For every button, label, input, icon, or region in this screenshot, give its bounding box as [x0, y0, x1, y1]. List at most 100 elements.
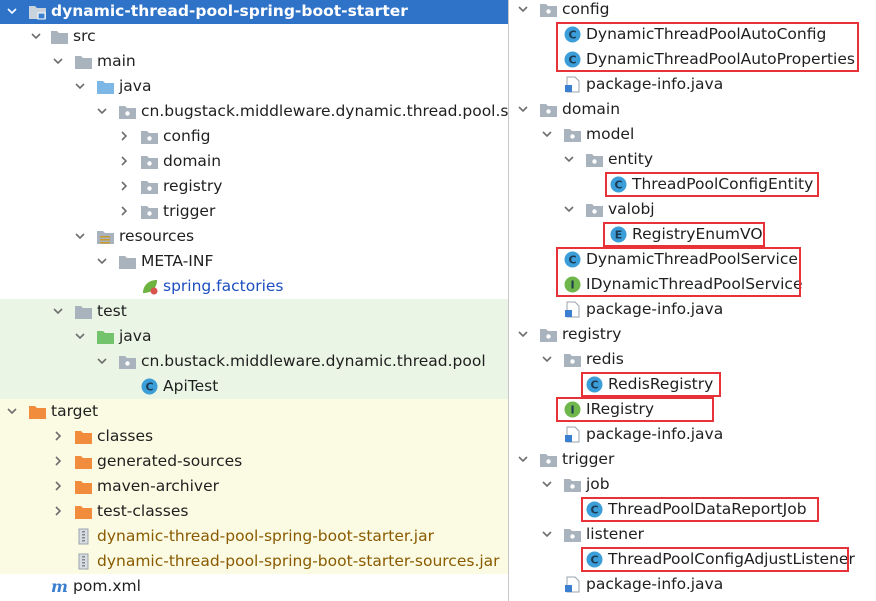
target-folder-icon — [75, 506, 92, 519]
tree-node-resources[interactable]: resources — [0, 224, 508, 249]
chevron-down-icon[interactable] — [517, 453, 529, 465]
package-icon — [586, 204, 603, 217]
highlight-box — [581, 497, 819, 522]
tree-node-label: listener — [586, 525, 645, 543]
chevron-right-icon[interactable] — [52, 455, 64, 467]
tree-node-config[interactable]: config — [0, 124, 508, 149]
tree-node-label: resources — [119, 227, 195, 245]
tree-node-domain[interactable]: domain — [509, 97, 876, 122]
tree-node-redis[interactable]: redis — [509, 347, 876, 372]
highlight-box — [581, 372, 721, 397]
folder-icon — [51, 31, 68, 44]
chevron-right-icon[interactable] — [52, 505, 64, 517]
chevron-down-icon[interactable] — [74, 80, 86, 92]
folder-icon — [119, 256, 136, 269]
tree-node-label: redis — [586, 350, 624, 368]
tree-node-label: META-INF — [141, 252, 214, 270]
chevron-down-icon[interactable] — [541, 528, 553, 540]
package-icon — [119, 356, 136, 369]
test-folder-icon — [97, 331, 114, 344]
tree-node-registry[interactable]: registry — [0, 174, 508, 199]
tree-node-main[interactable]: main — [0, 49, 508, 74]
tree-node-valobj[interactable]: valobj — [509, 197, 876, 222]
maven-icon: m — [51, 577, 68, 596]
tree-node-job[interactable]: job — [509, 472, 876, 497]
tree-node-pom-xml[interactable]: m pom.xml — [0, 574, 508, 599]
tree-node-package-info-java[interactable]: package-info.java — [509, 72, 876, 97]
tree-node-config[interactable]: config — [509, 0, 876, 22]
tree-node-label: dynamic-thread-pool-spring-boot-starter — [51, 2, 408, 20]
tree-node-label: java — [119, 77, 152, 95]
chevron-down-icon[interactable] — [52, 305, 64, 317]
tree-node-label: config — [163, 127, 211, 145]
chevron-down-icon[interactable] — [6, 405, 18, 417]
chevron-down-icon[interactable] — [517, 3, 529, 15]
chevron-down-icon[interactable] — [96, 105, 108, 117]
chevron-down-icon[interactable] — [52, 55, 64, 67]
tree-node-spring-factories[interactable]: spring.factories — [0, 274, 508, 299]
chevron-down-icon[interactable] — [517, 328, 529, 340]
chevron-right-icon[interactable] — [52, 430, 64, 442]
tree-node-label: job — [586, 475, 610, 493]
tree-node-dynamic-thread-pool-spring-boot-starter-jar[interactable]: dynamic-thread-pool-spring-boot-starter.… — [0, 524, 508, 549]
tree-node-package-info-java[interactable]: package-info.java — [509, 297, 876, 322]
folder-icon — [75, 306, 92, 319]
tree-node-label: package-info.java — [586, 75, 724, 93]
tree-node-src[interactable]: src — [0, 24, 508, 49]
tree-node-trigger[interactable]: trigger — [509, 447, 876, 472]
chevron-down-icon[interactable] — [74, 330, 86, 342]
chevron-down-icon[interactable] — [563, 153, 575, 165]
chevron-down-icon[interactable] — [541, 478, 553, 490]
tree-node-cn-bugstack-middleware-dynamic-thread-pool-sdk[interactable]: cn.bugstack.middleware.dynamic.thread.po… — [0, 99, 508, 124]
tree-node-test-classes[interactable]: test-classes — [0, 499, 508, 524]
tree-node-package-info-java[interactable]: package-info.java — [509, 572, 876, 597]
tree-node-label: generated-sources — [97, 452, 243, 470]
target-folder-icon — [29, 406, 46, 419]
tree-node-package-info-java[interactable]: package-info.java — [509, 422, 876, 447]
highlight-box — [581, 547, 849, 572]
tree-node-meta-inf[interactable]: META-INF — [0, 249, 508, 274]
package-icon — [540, 104, 557, 117]
tree-node-label: cn.bustack.middleware.dynamic.thread.poo… — [141, 352, 486, 370]
chevron-down-icon[interactable] — [517, 103, 529, 115]
tree-node-trigger[interactable]: trigger — [0, 199, 508, 224]
chevron-down-icon[interactable] — [541, 128, 553, 140]
chevron-right-icon[interactable] — [118, 130, 130, 142]
tree-node-test[interactable]: test — [0, 299, 508, 324]
tree-node-apitest[interactable]: C ApiTest — [0, 374, 508, 399]
chevron-down-icon[interactable] — [541, 353, 553, 365]
chevron-right-icon[interactable] — [118, 205, 130, 217]
chevron-right-icon[interactable] — [118, 180, 130, 192]
chevron-down-icon[interactable] — [74, 230, 86, 242]
resources-folder-icon — [97, 231, 114, 244]
chevron-down-icon[interactable] — [30, 30, 42, 42]
tree-node-model[interactable]: model — [509, 122, 876, 147]
tree-node-entity[interactable]: entity — [509, 147, 876, 172]
java-file-icon — [565, 301, 580, 318]
project-tree-right: config C DynamicThreadPoolAutoConfig C Dynam… — [508, 0, 876, 601]
tree-node-listener[interactable]: listener — [509, 522, 876, 547]
highlight-box — [556, 22, 859, 72]
tree-node-registry[interactable]: registry — [509, 322, 876, 347]
tree-node-java[interactable]: java — [0, 74, 508, 99]
tree-node-target[interactable]: target — [0, 399, 508, 424]
chevron-right-icon[interactable] — [118, 155, 130, 167]
tree-node-java[interactable]: java — [0, 324, 508, 349]
tree-node-domain[interactable]: domain — [0, 149, 508, 174]
tree-node-dynamic-thread-pool-spring-boot-starter-sources-jar[interactable]: dynamic-thread-pool-spring-boot-starter-… — [0, 549, 508, 574]
tree-node-label: domain — [562, 100, 621, 118]
module-folder-icon — [29, 6, 46, 20]
tree-node-dynamic-thread-pool-spring-boot-starter[interactable]: dynamic-thread-pool-spring-boot-starter — [0, 0, 508, 24]
highlight-box — [556, 397, 714, 422]
tree-node-label: src — [73, 27, 96, 45]
chevron-down-icon[interactable] — [96, 255, 108, 267]
tree-node-cn-bustack-middleware-dynamic-thread-pool[interactable]: cn.bustack.middleware.dynamic.thread.poo… — [0, 349, 508, 374]
folder-icon — [75, 56, 92, 69]
chevron-down-icon[interactable] — [6, 5, 18, 17]
chevron-down-icon[interactable] — [563, 203, 575, 215]
tree-node-classes[interactable]: classes — [0, 424, 508, 449]
tree-node-generated-sources[interactable]: generated-sources — [0, 449, 508, 474]
tree-node-maven-archiver[interactable]: maven-archiver — [0, 474, 508, 499]
chevron-right-icon[interactable] — [52, 480, 64, 492]
chevron-down-icon[interactable] — [96, 355, 108, 367]
